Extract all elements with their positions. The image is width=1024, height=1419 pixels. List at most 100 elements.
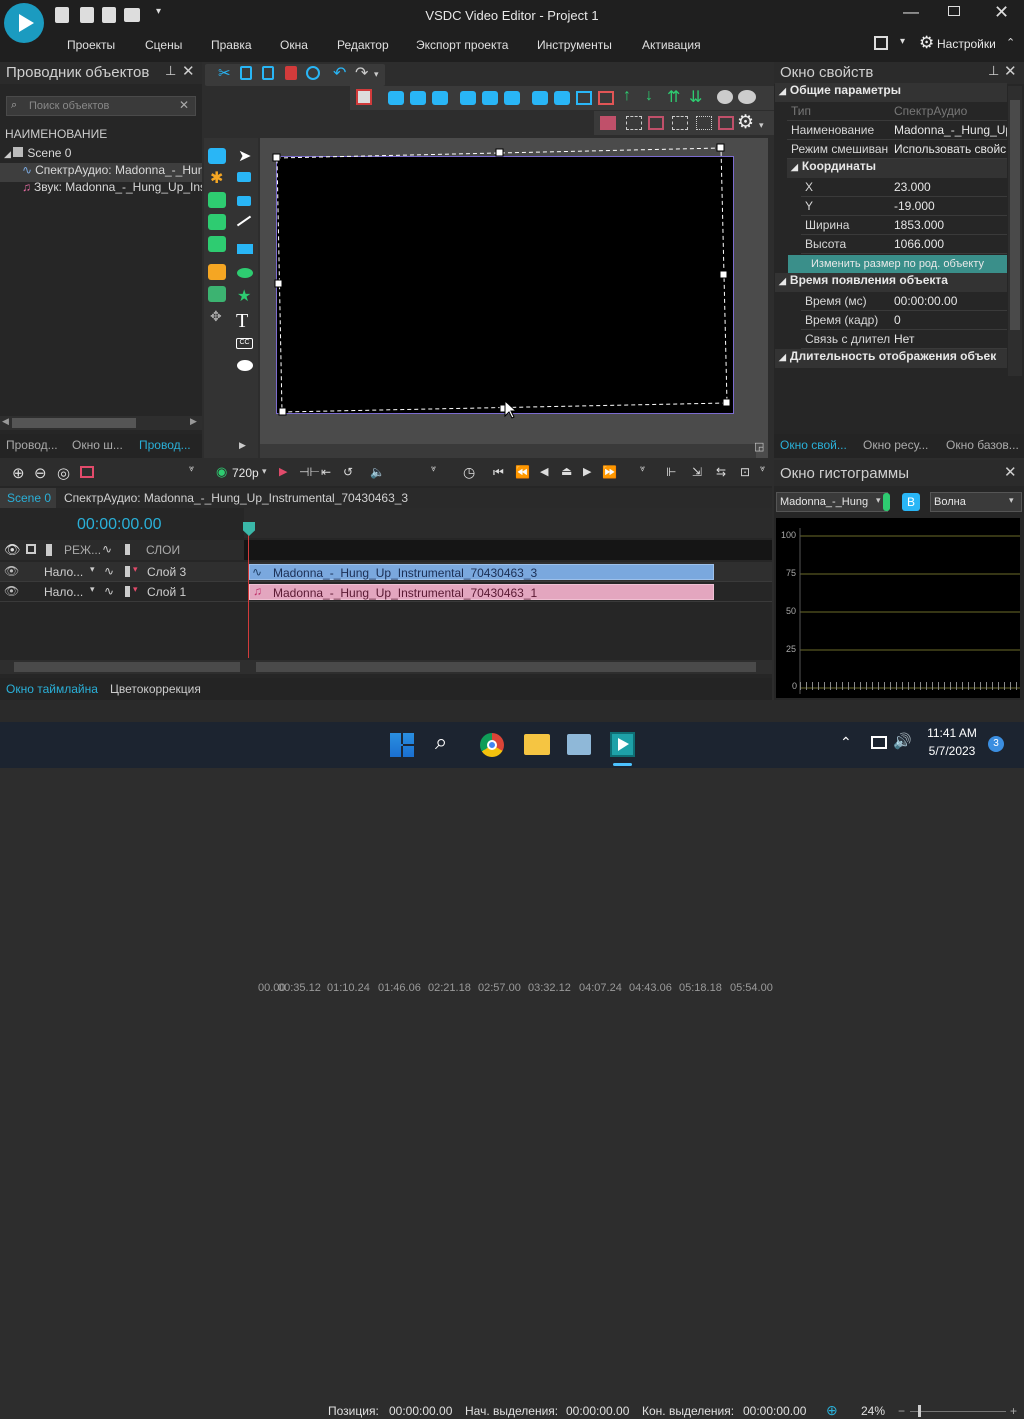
align-middle-icon[interactable] <box>482 91 498 105</box>
settings-gear-icon[interactable]: ⚙ <box>919 33 934 53</box>
zoom-in-icon[interactable]: + <box>1010 1404 1017 1418</box>
volume-tray-icon[interactable]: 🔊 <box>893 732 912 750</box>
menu-projects[interactable]: Проекты <box>67 38 115 52</box>
chart-tool-icon[interactable] <box>208 264 226 280</box>
tab-color-correction[interactable]: Цветокоррекция <box>110 682 201 696</box>
track-waveform-icon[interactable]: ∿ <box>104 584 114 598</box>
toolbar-overflow-icon[interactable]: ⩔ <box>189 463 194 474</box>
cut-icon[interactable]: ✂ <box>218 64 231 82</box>
search-taskbar-icon[interactable]: ⌕ <box>435 729 447 755</box>
rectangle-tool-icon[interactable] <box>237 244 253 254</box>
delete-icon[interactable] <box>285 66 297 80</box>
track-visibility-icon[interactable]: 👁 <box>4 584 19 598</box>
properties-vscrollbar[interactable] <box>1008 86 1022 376</box>
current-time-display[interactable]: 00:00:00.00 <box>77 516 162 534</box>
go-start-icon[interactable]: ⏮ <box>493 465 504 480</box>
move-up-icon[interactable]: ↑ <box>623 87 631 105</box>
tree-item-audio[interactable]: ♫ Звук: Madonna_-_Hung_Up_Ins <box>22 180 202 199</box>
move-tool-icon[interactable]: ✥ <box>210 308 222 325</box>
callout-tool-icon[interactable] <box>237 360 253 371</box>
track-marker-icon[interactable] <box>125 586 130 597</box>
channel-b-button[interactable]: B <box>902 493 920 511</box>
guides-icon[interactable] <box>672 116 688 130</box>
track-marker-dropdown-icon[interactable]: ▾ <box>133 564 138 575</box>
prop-width[interactable]: Ширина 1853.000 <box>801 216 1007 235</box>
vsdc-taskbar-icon[interactable] <box>610 732 635 757</box>
windows-start-icon[interactable] <box>390 733 414 757</box>
track-marker-dropdown-icon[interactable]: ▾ <box>133 584 138 595</box>
display-tray-icon[interactable] <box>871 736 887 749</box>
split-icon[interactable]: ⊣⊢ <box>299 465 320 479</box>
timeline-hscrollbar[interactable] <box>0 660 772 674</box>
paste-icon[interactable] <box>262 66 274 80</box>
tray-chevron-icon[interactable]: ⌃ <box>840 734 852 751</box>
tab-scene-0[interactable]: Scene 0 <box>0 488 56 508</box>
clock-icon[interactable]: ◷ <box>463 464 475 481</box>
histogram-close-icon[interactable]: ✕ <box>1004 463 1017 481</box>
mode-dropdown-icon[interactable]: ▾ <box>1009 495 1014 506</box>
redo-icon[interactable]: ↷ <box>355 63 368 83</box>
send-back-icon[interactable]: ⇊ <box>689 87 702 107</box>
image-tool-icon[interactable] <box>208 192 226 208</box>
properties-pin-icon[interactable]: ⊥ <box>988 63 999 79</box>
select-area-icon[interactable] <box>356 89 372 105</box>
layout-dropdown-icon[interactable]: ▾ <box>900 36 905 47</box>
minimize-button[interactable]: — <box>903 4 919 22</box>
pin-icon[interactable]: ⊥ <box>165 63 176 79</box>
trim-icon[interactable]: ⇤ <box>321 465 331 479</box>
zoom-out-icon[interactable]: − <box>898 1404 905 1418</box>
free-shape-tool-icon[interactable]: ★ <box>237 286 251 306</box>
group-general[interactable]: ◢ Общие параметры <box>775 83 1007 102</box>
search-input[interactable]: ⌕ Поиск объектов ✕ <box>6 96 196 116</box>
track-layer-name[interactable]: Слой 3 <box>147 565 186 579</box>
maximize-button[interactable] <box>948 6 960 16</box>
cursor-tool-icon[interactable]: ➤ <box>238 146 251 166</box>
loop-icon[interactable]: ↺ <box>343 465 353 479</box>
move-down-icon[interactable]: ↓ <box>645 87 653 105</box>
visibility-all-icon[interactable]: 👁 <box>4 542 21 558</box>
distribute-h-icon[interactable] <box>532 91 548 105</box>
align-center-icon[interactable] <box>410 91 426 105</box>
prop-y[interactable]: Y -19.000 <box>801 197 1007 216</box>
tools-expand-icon[interactable]: ▶ <box>239 440 246 451</box>
tab-window[interactable]: Окно ш... <box>72 438 123 452</box>
menu-scenes[interactable]: Сцены <box>145 38 182 52</box>
zoom-fit-icon[interactable]: ⊕ <box>826 1402 838 1419</box>
prop-blend-mode[interactable]: Режим смешиван Использовать свойс <box>787 140 1007 159</box>
source-dropdown-icon[interactable]: ▾ <box>876 495 881 506</box>
channel-g-button[interactable] <box>883 493 890 511</box>
undo-icon[interactable]: ↶ <box>333 63 346 83</box>
text-box-tool-icon[interactable] <box>237 172 251 182</box>
subtitle-tool-icon[interactable] <box>237 196 251 206</box>
bring-front-icon[interactable]: ⇈ <box>667 87 680 107</box>
menu-edit[interactable]: Правка <box>211 38 252 52</box>
copy-icon[interactable] <box>240 66 252 80</box>
preview-eye-icon[interactable]: ◉ <box>216 464 227 480</box>
zoom-slider-thumb[interactable] <box>918 1405 921 1417</box>
canvas-hscrollbar[interactable] <box>260 444 756 458</box>
preview-record-icon[interactable]: ▶ <box>279 465 287 478</box>
same-size-icon[interactable] <box>576 91 592 105</box>
prop-name[interactable]: Наименование Madonna_-_Hung_Up <box>787 121 1007 140</box>
settings-button[interactable]: Настройки <box>937 37 996 51</box>
clear-search-icon[interactable]: ✕ <box>179 98 189 112</box>
resize-to-parent-button[interactable]: Изменить размер по род. объекту <box>788 255 1007 274</box>
menu-tools[interactable]: Инструменты <box>537 38 612 52</box>
track-layer-name[interactable]: Слой 1 <box>147 585 186 599</box>
sprite-tool-icon[interactable]: ✱ <box>210 168 223 188</box>
marker-all-icon[interactable] <box>125 544 130 555</box>
prop-link-duration[interactable]: Связь с длител Нет <box>801 330 1007 349</box>
layout-icon[interactable] <box>874 36 888 50</box>
canvas-settings-gear-icon[interactable]: ⚙ <box>737 111 754 134</box>
track-blend-mode[interactable]: Нало... <box>44 585 83 599</box>
group-coordinates[interactable]: ◢ Координаты <box>787 159 1007 178</box>
track-row[interactable]: 👁 Нало... ▾ ∿ ▾ Слой 3 ∿ Madonna_-_Hung_… <box>0 562 772 582</box>
tab-explorer-1[interactable]: Провод... <box>6 438 58 452</box>
closed-captions-tool-icon[interactable]: CC <box>236 338 253 349</box>
tab-timeline[interactable]: Окно таймлайна <box>6 682 98 696</box>
notification-badge[interactable]: 3 <box>988 736 1004 752</box>
redo-dropdown-icon[interactable]: ▾ <box>374 69 379 80</box>
group-display-duration[interactable]: ◢ Длительность отображения объек <box>775 349 1007 368</box>
audio-tool-icon[interactable] <box>208 214 226 230</box>
align-top-icon[interactable] <box>460 91 476 105</box>
